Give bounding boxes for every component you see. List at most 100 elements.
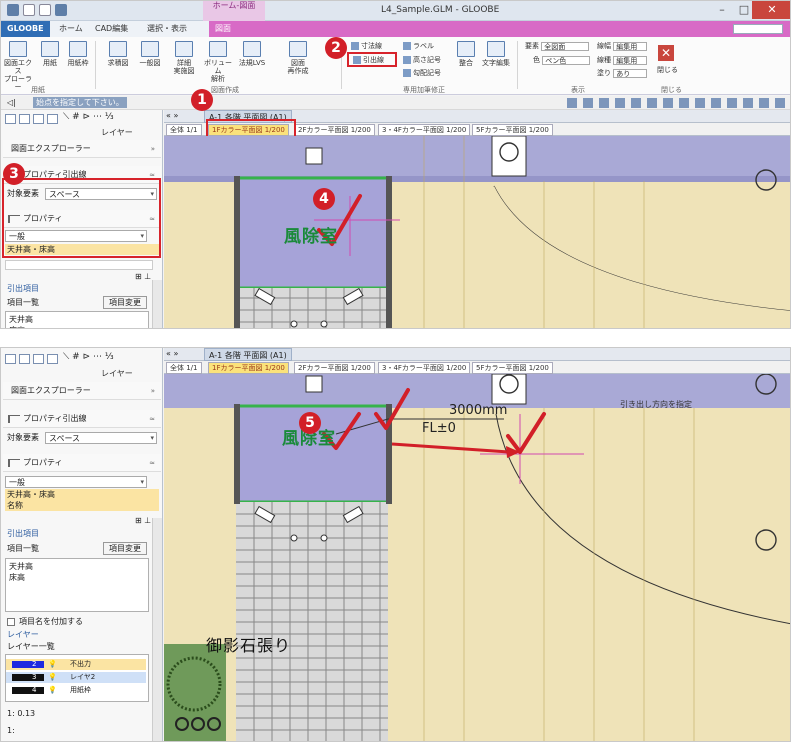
tab-cad-edit[interactable]: CAD編集 (89, 21, 134, 37)
close-label: 閉じる (657, 66, 678, 74)
tab-nav-icon[interactable]: « » (166, 349, 178, 358)
lineweight-select[interactable]: 編集用 (613, 41, 648, 51)
checkbox-label: 項目名を付加する (19, 617, 83, 626)
step-callout-3: 3 (3, 163, 25, 185)
drawing-canvas[interactable]: 風除室 (164, 136, 790, 328)
highlight-leader-button (347, 52, 397, 67)
tool-icon[interactable] (19, 354, 30, 364)
layer-row[interactable]: 2 💡 不出力 (6, 659, 146, 670)
tool-icon[interactable] (47, 354, 58, 364)
scale-row-2[interactable]: 1: (5, 725, 159, 736)
help-area[interactable] (733, 24, 783, 34)
floor-level-text: FL±0 (422, 421, 456, 436)
draw-tools: ⟍ # ⊳ ⋯ ⅓ (3, 112, 161, 126)
tool-icon[interactable] (5, 114, 16, 124)
fill-select[interactable]: あり (613, 68, 648, 78)
general-drawing-button[interactable]: 一般図 (135, 41, 165, 67)
layer-row[interactable]: 4 💡 用紙枠 (6, 685, 146, 696)
paper-frame-button[interactable]: 用紙枠 (63, 41, 93, 67)
item-change-button-2[interactable]: 項目変更 (103, 542, 147, 555)
target-select-2[interactable]: スペース (45, 432, 157, 444)
sheet-tab[interactable]: 2Fカラー平面図 1/200 (294, 362, 375, 374)
text-edit-button[interactable]: 文字編集 (481, 41, 511, 67)
layer-button-2[interactable]: レイヤー (101, 368, 133, 379)
layer-row[interactable]: 3 💡 レイヤ2 (6, 672, 146, 683)
consistency-button[interactable]: 整合 (451, 41, 481, 67)
dimension-line-button[interactable]: 寸法線 (351, 41, 382, 51)
redraw-button[interactable]: 図面 再作成 (283, 41, 313, 75)
leader-prop-header-2[interactable]: プロパティ引出線 ≈ (3, 410, 161, 428)
property-item-selected-2[interactable]: 天井高・床高 (5, 489, 159, 500)
tool-icon[interactable] (33, 354, 44, 364)
color-select[interactable]: ペン色 (542, 55, 591, 65)
left-panel: ⟍ # ⊳ ⋯ ⅓ レイヤー 図面エクスプローラー» プロパティ引出線 ≈ 対象要… (1, 110, 163, 328)
color-display: 色 ペン色 (533, 55, 591, 65)
detail-drawing-button[interactable]: 詳細 実施図 (169, 41, 199, 75)
height-symbol-button[interactable]: 高さ記号 (403, 55, 441, 65)
chevron-icon: » (150, 387, 155, 395)
lightbulb-icon[interactable]: 💡 (48, 685, 57, 696)
grid-icon[interactable]: ⊞ ⊥ (135, 272, 151, 281)
slope-label: 勾配記号 (413, 69, 441, 77)
tool-icon[interactable] (19, 114, 30, 124)
drawing-canvas-2[interactable]: 風除室 3000mm FL±0 引き出し方向を指定 御影石張り (164, 374, 790, 741)
add-item-name-checkbox[interactable]: 項目名を付加する (5, 616, 159, 627)
property-item-name[interactable]: 名称 (5, 500, 159, 511)
lightbulb-icon[interactable]: 💡 (48, 659, 57, 670)
list-item[interactable]: 床高 (9, 572, 145, 583)
tab-home[interactable]: ホーム (53, 21, 89, 37)
property-header-2[interactable]: プロパティ ≈ (3, 454, 161, 472)
grid-icon[interactable]: ⊞ ⊥ (135, 516, 151, 525)
line-tool-icon[interactable]: ⟍ # ⊳ ⋯ ⅓ (63, 352, 114, 362)
items-header: 引出項目 (7, 284, 39, 293)
lightbulb-icon[interactable]: 💡 (48, 672, 57, 683)
tab-select-view[interactable]: 選択・表示 (141, 21, 193, 37)
list-item[interactable]: 天井高 (9, 561, 145, 572)
checkbox-icon[interactable] (7, 618, 15, 626)
lineweight-label: 線幅 (597, 42, 611, 50)
new-file-icon[interactable] (23, 4, 35, 16)
sheet-tab-active[interactable]: 1Fカラー平面図 1/200 (208, 362, 289, 374)
tab-drawing[interactable]: 図面 (209, 21, 790, 37)
panel-scrollbar[interactable] (152, 280, 162, 328)
list-item[interactable]: 天井高 (9, 314, 145, 325)
explorer-header[interactable]: 図面エクスプローラー » (3, 140, 161, 158)
sheet-tab[interactable]: 全体 1/1 (166, 124, 202, 136)
tool-icon[interactable] (5, 354, 16, 364)
close-drawing-button[interactable]: ✕ (658, 45, 674, 61)
item-change-button[interactable]: 項目変更 (103, 296, 147, 309)
explorer-header-2[interactable]: 図面エクスプローラー » (3, 382, 161, 400)
sheet-tab[interactable]: 5Fカラー平面図 1/200 (472, 362, 553, 374)
layer-button[interactable]: レイヤー (101, 127, 133, 138)
list-item[interactable]: 床高 (9, 325, 145, 328)
tab-gloobe[interactable]: GLOOBE (1, 21, 50, 37)
open-file-icon[interactable] (39, 4, 51, 16)
draw-tools-2: ⟍ # ⊳ ⋯ ⅓ (3, 352, 161, 366)
volume-analysis-button[interactable]: ボリューム 解析 (203, 41, 233, 83)
panel-scrollbar-2[interactable] (152, 518, 162, 741)
close-window-button[interactable]: ✕ (752, 1, 790, 19)
sheet-tab[interactable]: 2Fカラー平面図 1/200 (294, 124, 375, 136)
slope-symbol-button[interactable]: 勾配記号 (403, 68, 441, 78)
save-icon[interactable] (55, 4, 67, 16)
general-select-2[interactable]: 一般 (5, 476, 147, 488)
drawing-explorer-button[interactable]: 図面エクス プローラー (3, 41, 33, 91)
tab-nav-icon[interactable]: « » (166, 111, 178, 120)
sheet-tab[interactable]: 全体 1/1 (166, 362, 202, 374)
label-button[interactable]: ラベル (403, 41, 434, 51)
sheet-tab[interactable]: 5Fカラー平面図 1/200 (472, 124, 553, 136)
tool-icon[interactable] (47, 114, 58, 124)
area-calc-button[interactable]: 求積図 (103, 41, 133, 67)
element-select[interactable]: 全図面 (541, 41, 590, 51)
scale-row-1[interactable]: 1: 0.13 (5, 708, 159, 719)
document-tab-2[interactable]: A-1 各階 平面図 (A1) (204, 348, 292, 361)
paper-icon (41, 41, 59, 57)
linetype-select[interactable]: 編集用 (613, 55, 648, 65)
legal-lvs-button[interactable]: 法規LVS (237, 41, 267, 67)
sheet-tab[interactable]: 3・4Fカラー平面図 1/200 (378, 124, 471, 136)
line-tool-icon[interactable]: ⟍ # ⊳ ⋯ ⅓ (63, 112, 114, 122)
paper-button[interactable]: 用紙 (35, 41, 65, 67)
snap-toolbar[interactable] (567, 98, 787, 108)
sheet-tab[interactable]: 3・4Fカラー平面図 1/200 (378, 362, 471, 374)
tool-icon[interactable] (33, 114, 44, 124)
